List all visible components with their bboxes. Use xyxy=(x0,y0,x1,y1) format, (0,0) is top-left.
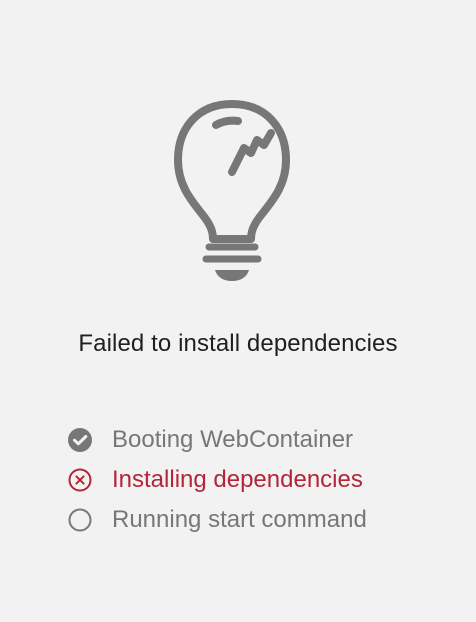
install-status-panel: Failed to install dependencies Booting W… xyxy=(0,0,476,622)
empty-circle-icon xyxy=(67,507,93,533)
step-running-start-command: Running start command xyxy=(67,500,447,540)
step-label: Running start command xyxy=(112,506,367,533)
step-booting-webcontainer: Booting WebContainer xyxy=(67,420,447,460)
step-label: Installing dependencies xyxy=(112,466,363,493)
status-message: Failed to install dependencies xyxy=(78,330,398,357)
step-installing-dependencies: Installing dependencies xyxy=(67,460,447,500)
progress-steps-list: Booting WebContainer Installing dependen… xyxy=(67,420,447,540)
x-circle-icon xyxy=(67,467,93,493)
step-label: Booting WebContainer xyxy=(112,426,354,453)
broken-lightbulb-icon xyxy=(168,96,296,286)
check-circle-icon xyxy=(67,427,93,453)
